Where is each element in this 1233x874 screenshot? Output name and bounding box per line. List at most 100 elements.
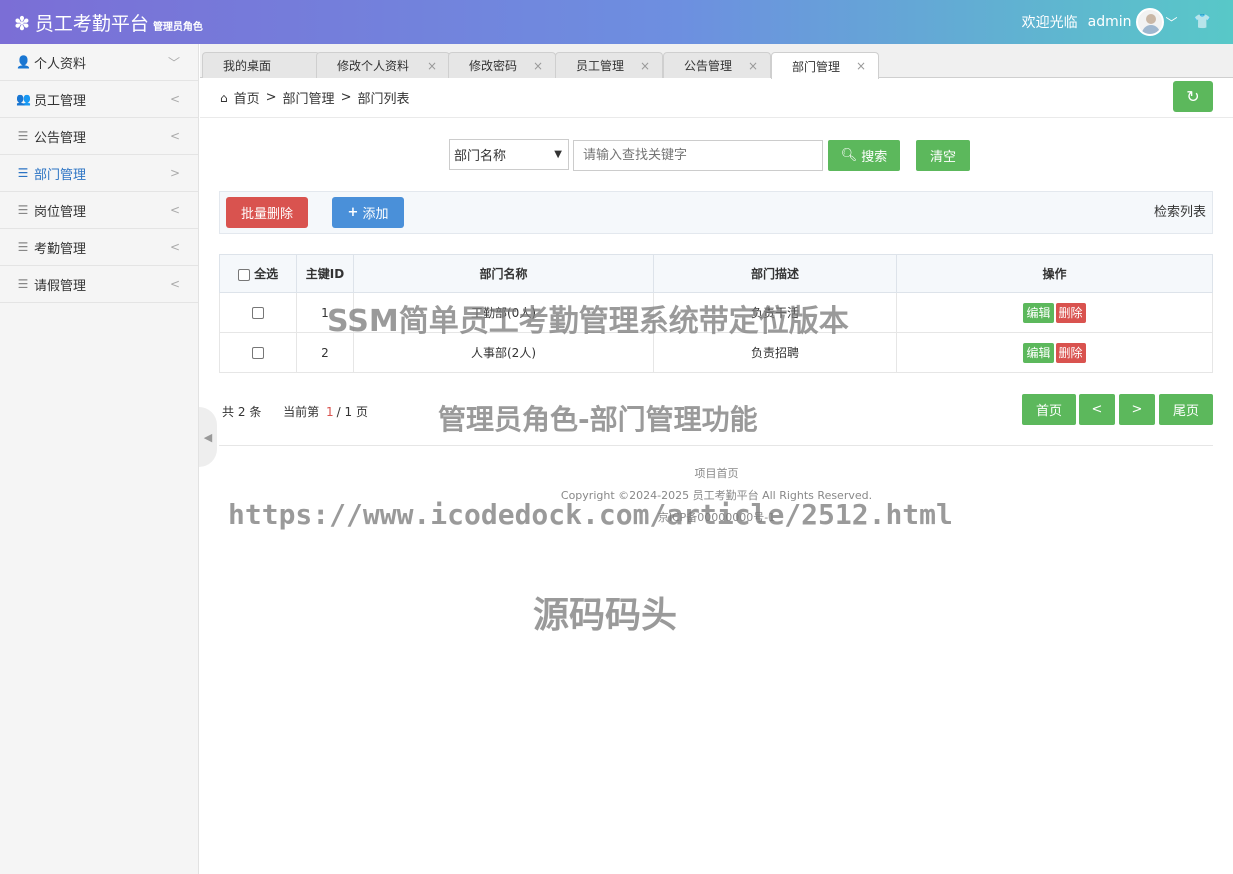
breadcrumb-home[interactable]: 首页 xyxy=(234,88,260,107)
search-button[interactable]: 🔍︎ 搜索 xyxy=(828,140,900,171)
breadcrumb-level1[interactable]: 部门管理 xyxy=(283,88,335,107)
list-icon: ☰ xyxy=(17,277,29,291)
tab-departments[interactable]: 部门管理 × xyxy=(771,52,879,79)
add-button-label: 添加 xyxy=(362,207,389,222)
sidebar-item-departments[interactable]: ☰ 部门管理 > xyxy=(0,155,198,192)
select-all-checkbox[interactable] xyxy=(237,268,250,281)
watermark-subtitle: 管理员角色-部门管理功能 xyxy=(438,403,758,436)
select-all-header[interactable]: 全选 xyxy=(219,254,297,293)
tab-bar: 我的桌面 修改个人资料 × 修改密码 × 员工管理 × 公告管理 × 部门管理 … xyxy=(200,44,1233,79)
divider xyxy=(200,117,1233,118)
search-field-select[interactable]: 部门名称 ▼ xyxy=(449,139,569,170)
list-icon: ☰ xyxy=(17,203,29,217)
logo[interactable]: ✽ 员工考勤平台 管理员角色 xyxy=(14,9,203,36)
last-page-button[interactable]: 尾页 xyxy=(1159,394,1213,425)
tab-label: 员工管理 xyxy=(576,59,625,73)
row-checkbox[interactable] xyxy=(252,307,264,319)
clear-button[interactable]: 清空 xyxy=(916,140,970,171)
search-input[interactable] xyxy=(573,140,823,171)
sidebar-item-notices[interactable]: ☰ 公告管理 < xyxy=(0,118,198,155)
tab-label: 部门管理 xyxy=(792,59,841,74)
row-checkbox[interactable] xyxy=(252,347,264,359)
refresh-icon: ↻ xyxy=(1186,87,1200,106)
watermark-url: https://www.icodedock.com/article/2512.h… xyxy=(228,498,953,531)
sidebar-item-label: 部门管理 xyxy=(34,167,87,183)
chevron-left-icon: < xyxy=(169,92,180,106)
list-icon: ☰ xyxy=(17,129,29,143)
delete-button[interactable]: 删除 xyxy=(1055,302,1086,323)
delete-button[interactable]: 删除 xyxy=(1055,342,1086,363)
chevron-down-icon: ﹀ xyxy=(167,55,180,70)
edit-button[interactable]: 编辑 xyxy=(1023,302,1054,323)
add-button[interactable]: + 添加 xyxy=(332,197,404,228)
close-icon[interactable]: × xyxy=(640,59,650,73)
pager-total-prefix: 共 xyxy=(222,405,235,419)
tab-label: 公告管理 xyxy=(684,59,733,73)
caret-left-icon: ◀ xyxy=(203,430,213,444)
tab-notices[interactable]: 公告管理 × xyxy=(663,52,771,78)
sidebar-collapse-handle[interactable]: ◀ xyxy=(199,407,217,467)
footer-home-link[interactable]: 项目首页 xyxy=(200,465,1233,481)
sidebar-item-label: 请假管理 xyxy=(34,278,87,294)
close-icon[interactable]: × xyxy=(748,59,758,73)
tab-edit-profile[interactable]: 修改个人资料 × xyxy=(316,52,450,78)
search-button-label: 搜索 xyxy=(861,150,888,165)
tab-change-password[interactable]: 修改密码 × xyxy=(448,52,556,78)
sidebar-item-label: 公告管理 xyxy=(34,130,87,146)
sidebar-item-employees[interactable]: 👥 员工管理 < xyxy=(0,81,198,118)
list-toolbar: 批量删除 + 添加 检索列表 xyxy=(219,191,1213,234)
chevron-left-icon: < xyxy=(169,240,180,254)
pager-current-page: 1 xyxy=(326,405,334,419)
table-header-row: 全选 主键ID 部门名称 部门描述 操作 xyxy=(219,254,1213,293)
refresh-button[interactable]: ↻ xyxy=(1173,81,1213,112)
sidebar-item-profile[interactable]: 👤 个人资料 ﹀ xyxy=(0,44,198,81)
column-header-ops: 操作 xyxy=(896,254,1213,293)
select-all-label: 全选 xyxy=(254,267,279,281)
search-field-selected: 部门名称 xyxy=(454,149,507,164)
welcome-text: 欢迎光临 xyxy=(1021,15,1078,31)
sidebar-item-positions[interactable]: ☰ 岗位管理 < xyxy=(0,192,198,229)
tab-label: 修改个人资料 xyxy=(337,59,410,73)
breadcrumb-level2: 部门列表 xyxy=(357,92,410,107)
list-icon: ☰ xyxy=(17,240,29,254)
username[interactable]: admin xyxy=(1088,14,1132,30)
chevron-left-icon: < xyxy=(169,203,180,217)
avatar[interactable] xyxy=(1135,8,1164,36)
sidebar-item-label: 个人资料 xyxy=(34,56,87,72)
chevron-left-icon: < xyxy=(169,277,180,291)
prev-page-button[interactable]: < xyxy=(1079,394,1115,425)
pager-total-suffix: 条 xyxy=(249,405,262,419)
sidebar-item-label: 岗位管理 xyxy=(34,204,87,220)
users-icon: 👥 xyxy=(16,92,31,106)
breadcrumb-separator: > xyxy=(340,90,352,105)
tab-employees[interactable]: 员工管理 × xyxy=(555,52,663,78)
batch-delete-button[interactable]: 批量删除 xyxy=(226,197,308,228)
pager-total: 2 xyxy=(237,405,246,419)
tab-desktop[interactable]: 我的桌面 xyxy=(202,52,320,78)
next-page-button[interactable]: > xyxy=(1119,394,1155,425)
pager-current-prefix: 当前第 xyxy=(283,405,320,419)
tab-label: 修改密码 xyxy=(469,59,518,73)
app-title: 员工考勤平台 xyxy=(34,13,149,35)
close-icon[interactable]: × xyxy=(856,59,866,73)
gear-icon: ✽ xyxy=(14,13,30,35)
sidebar-item-attendance[interactable]: ☰ 考勤管理 < xyxy=(0,229,198,266)
header-user-area: 欢迎光临 admin ﹀ 👕 xyxy=(1022,0,1233,44)
cell-ops: 编辑 删除 xyxy=(896,292,1213,333)
top-header: ✽ 员工考勤平台 管理员角色 欢迎光临 admin ﹀ 👕 xyxy=(0,0,1233,44)
chevron-down-icon[interactable]: ﹀ xyxy=(1166,14,1178,31)
column-header-id: 主键ID xyxy=(296,254,354,293)
sidebar-item-leave[interactable]: ☰ 请假管理 < xyxy=(0,266,198,303)
toolbar-title: 检索列表 xyxy=(1153,205,1206,220)
home-icon: ⌂ xyxy=(220,90,228,105)
edit-button[interactable]: 编辑 xyxy=(1023,342,1054,363)
pager-total-pages: / 1 页 xyxy=(336,405,368,419)
role-subtitle: 管理员角色 xyxy=(152,22,203,33)
tab-label: 我的桌面 xyxy=(223,59,272,73)
theme-shirt-icon[interactable]: 👕 xyxy=(1194,14,1211,30)
first-page-button[interactable]: 首页 xyxy=(1022,394,1076,425)
breadcrumb-separator: > xyxy=(265,90,277,105)
chevron-down-icon: ▼ xyxy=(554,149,562,160)
close-icon[interactable]: × xyxy=(533,59,543,73)
close-icon[interactable]: × xyxy=(427,59,437,73)
